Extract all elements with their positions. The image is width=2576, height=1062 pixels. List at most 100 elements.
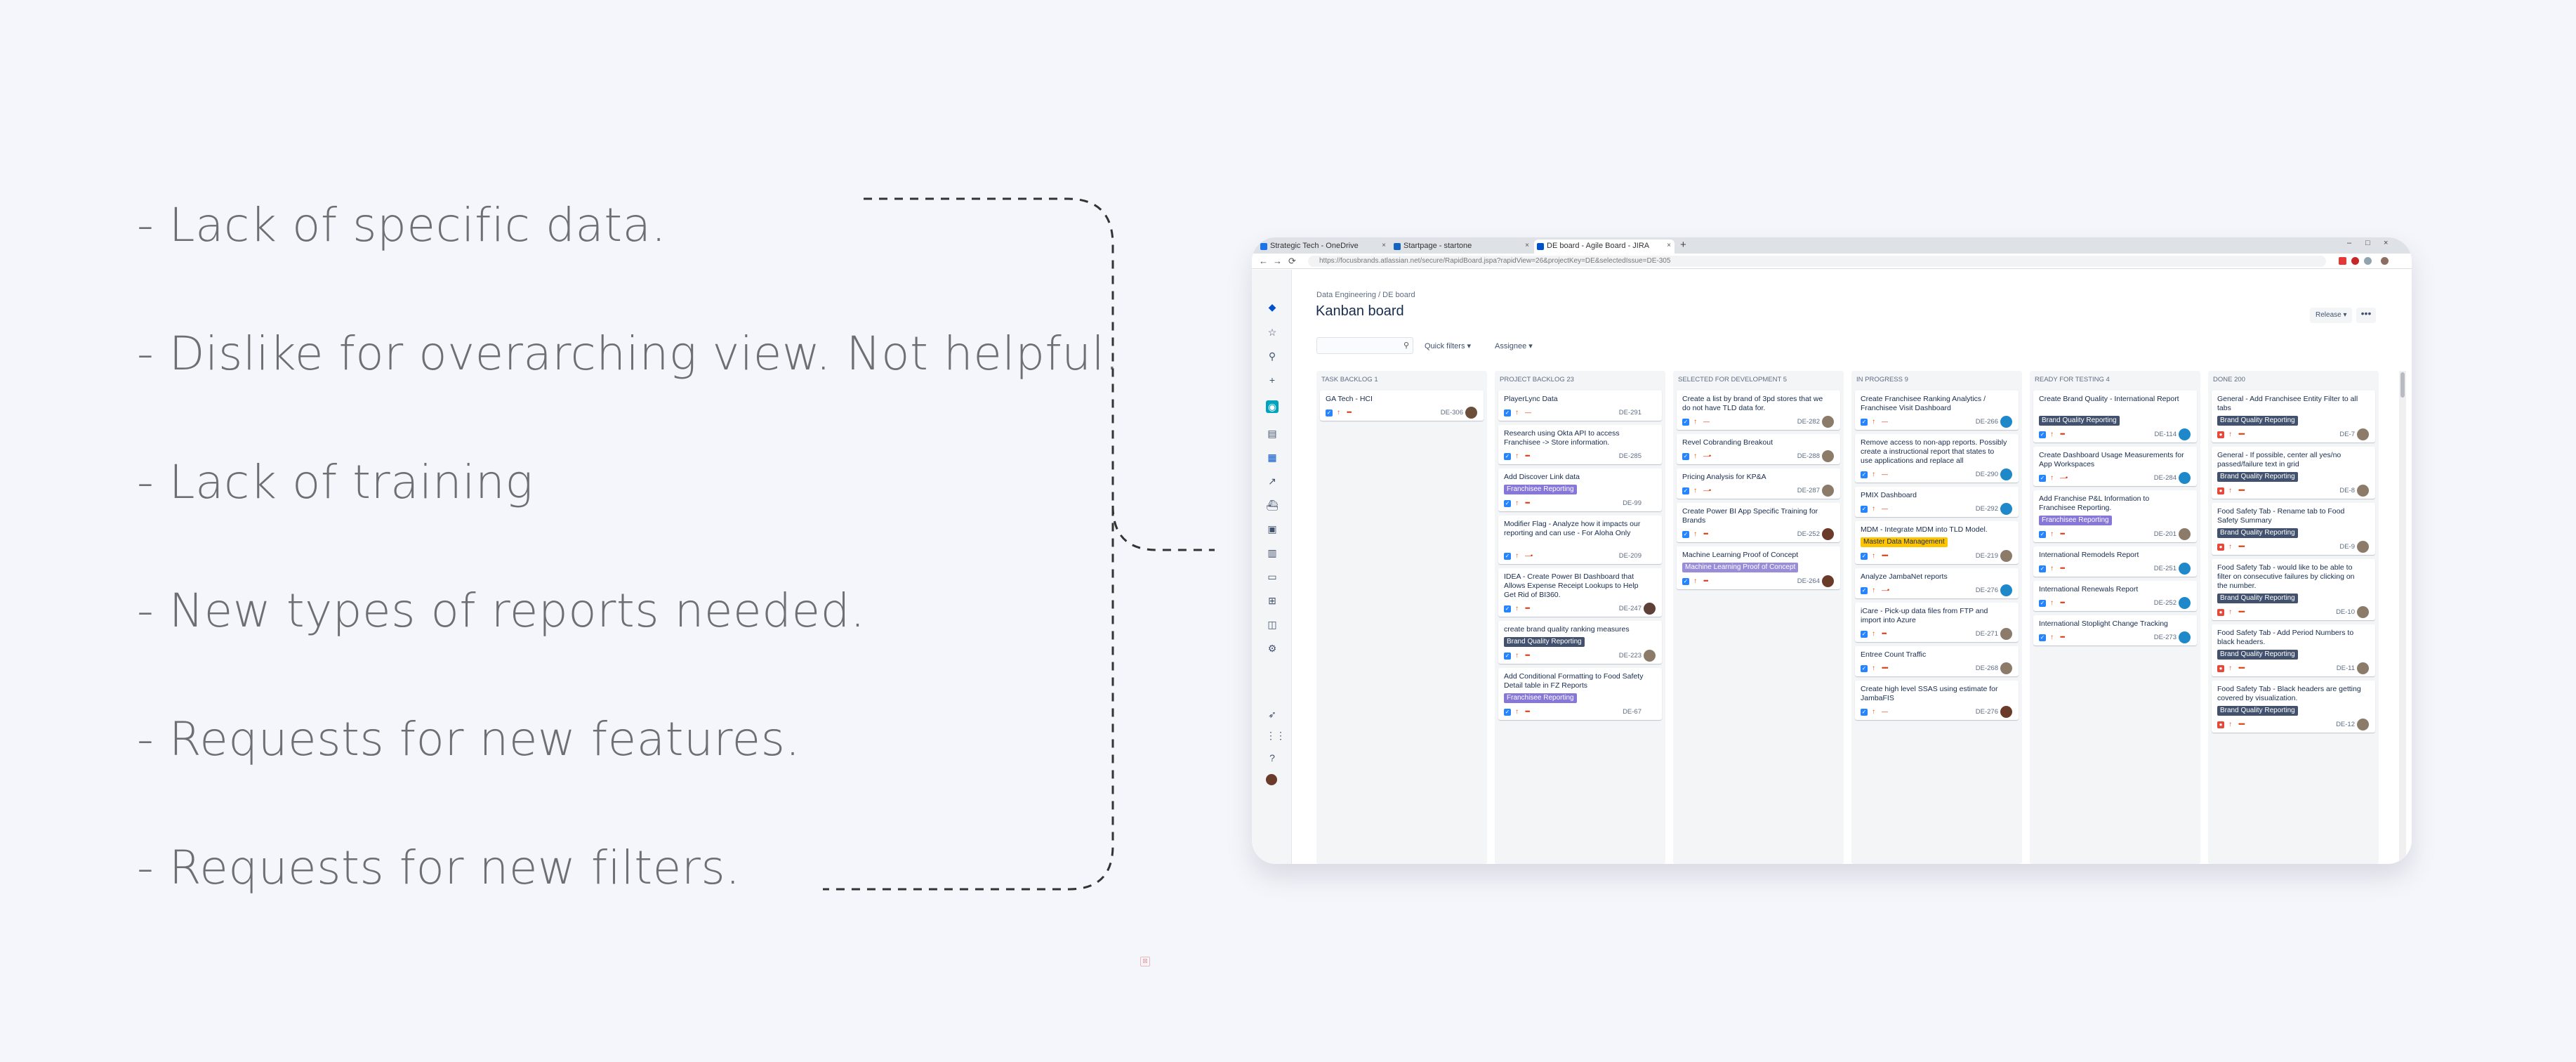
issue-card[interactable]: Modifier Flag - Analyze how it impacts o…	[1498, 516, 1662, 564]
issue-key[interactable]: DE-292	[1976, 505, 1998, 513]
backlog-icon[interactable]: ▤	[1266, 427, 1279, 440]
forward-button[interactable]: →	[1273, 256, 1282, 266]
board-search-input[interactable]: ⚲	[1316, 337, 1413, 354]
issue-key[interactable]: DE-219	[1976, 552, 1998, 560]
epic-label[interactable]: Franchisee Reporting	[2039, 516, 2112, 525]
assignee-avatar[interactable]	[1822, 528, 1834, 540]
issue-key[interactable]: DE-306	[1441, 409, 1463, 417]
assignee-avatar[interactable]	[2000, 503, 2012, 515]
window-close-button[interactable]: ×	[2384, 239, 2388, 247]
issue-card[interactable]: International Renewals Report ✓ ↑ ••• DE-252	[2033, 581, 2197, 611]
assignee-avatar[interactable]	[2357, 606, 2369, 618]
issue-card[interactable]: Food Safety Tab - would like to be able …	[2212, 559, 2375, 620]
assignee-avatar[interactable]	[1822, 485, 1834, 497]
breadcrumb[interactable]: Data Engineering / DE board	[1316, 291, 1415, 299]
issue-card[interactable]: Food Safety Tab - Black headers are gett…	[2212, 681, 2375, 733]
epic-label[interactable]: Brand Quality Reporting	[2217, 416, 2298, 426]
issue-key[interactable]: DE-264	[1797, 577, 1820, 585]
assignee-avatar[interactable]	[1644, 650, 1656, 662]
issue-card[interactable]: General - If possible, center all yes/no…	[2212, 447, 2375, 499]
issue-key[interactable]: DE-266	[1976, 418, 1998, 426]
addon-icon[interactable]: ◫	[1266, 618, 1279, 631]
assignee-avatar[interactable]	[2000, 706, 2012, 718]
issue-card[interactable]: PlayerLync Data ✓ ↑ — DE-291	[1498, 391, 1662, 421]
issue-key[interactable]: DE-223	[1619, 652, 1642, 660]
epic-label[interactable]: Brand Quality Reporting	[2217, 472, 2298, 482]
issue-card[interactable]: Food Safety Tab - Add Period Numbers to …	[2212, 624, 2375, 676]
assignee-avatar[interactable]	[2357, 428, 2369, 440]
profile-icon[interactable]	[1266, 774, 1277, 785]
issue-key[interactable]: DE-282	[1797, 418, 1820, 426]
help-icon[interactable]: ?	[1266, 752, 1279, 764]
scrollbar-thumb[interactable]	[2400, 372, 2405, 398]
assignee-avatar[interactable]	[2179, 563, 2191, 575]
browser-tab-active[interactable]: DE board - Agile Board - JIRA ×	[1534, 240, 1675, 254]
issue-key[interactable]: DE-114	[2154, 431, 2177, 438]
plus-icon[interactable]: +	[1266, 374, 1279, 386]
more-button[interactable]: •••	[2356, 308, 2376, 323]
assignee-avatar[interactable]	[2000, 628, 2012, 640]
assignee-avatar[interactable]	[2179, 472, 2191, 484]
assignee-avatar[interactable]	[2179, 428, 2191, 440]
logo-icon[interactable]: ◆	[1266, 301, 1279, 313]
epic-label[interactable]: Brand Quality Reporting	[2217, 650, 2298, 660]
shortcut-icon[interactable]: ⊞	[1266, 594, 1279, 607]
epic-label[interactable]: Franchisee Reporting	[1504, 693, 1577, 703]
epic-label[interactable]: Franchisee Reporting	[1504, 485, 1577, 494]
assignee-avatar[interactable]	[2000, 468, 2012, 480]
epic-label[interactable]: Brand Quality Reporting	[1504, 637, 1585, 647]
issue-card[interactable]: MDM - Integrate MDM into TLD Model. Maste…	[1855, 521, 2019, 564]
issue-card[interactable]: Machine Learning Proof of Concept Machine…	[1677, 546, 1840, 589]
minimize-button[interactable]: –	[2347, 239, 2351, 247]
assignee-dropdown[interactable]: Assignee ▾	[1495, 341, 1533, 350]
epic-label[interactable]: Brand Quality Reporting	[2217, 706, 2298, 716]
issue-key[interactable]: DE-268	[1976, 664, 1998, 672]
issue-card[interactable]: create brand quality ranking measures Bra…	[1498, 621, 1662, 664]
close-icon[interactable]: ×	[1525, 242, 1529, 249]
issue-card[interactable]: iCare - Pick-up data files from FTP and …	[1855, 603, 2019, 642]
extension-icon[interactable]	[2364, 257, 2372, 265]
issue-key[interactable]: DE-276	[1976, 708, 1998, 716]
issue-card[interactable]: General - Add Franchisee Entity Filter t…	[2212, 391, 2375, 442]
assignee-avatar[interactable]	[1465, 407, 1477, 419]
issue-key[interactable]: DE-9	[2339, 543, 2355, 551]
issue-key[interactable]: DE-285	[1619, 452, 1642, 460]
extension-icon[interactable]	[2339, 257, 2346, 265]
extension-icon[interactable]	[2351, 257, 2359, 265]
issue-key[interactable]: DE-252	[2154, 599, 2177, 607]
issue-key[interactable]: DE-10	[2336, 608, 2355, 616]
issue-key[interactable]: DE-287	[1797, 487, 1820, 494]
rocket-icon[interactable]: ➶	[1266, 708, 1279, 721]
issue-card[interactable]: GA Tech - HCI ✓ ↑ ••• DE-306	[1320, 391, 1484, 421]
issue-key[interactable]: DE-251	[2154, 565, 2177, 572]
profile-avatar[interactable]	[2381, 257, 2389, 265]
assignee-avatar[interactable]	[2000, 584, 2012, 596]
issue-key[interactable]: DE-273	[2154, 634, 2177, 641]
issue-card[interactable]: Create Power BI App Specific Training fo…	[1677, 503, 1840, 542]
issue-card[interactable]: Food Safety Tab - Rename tab to Food Saf…	[2212, 503, 2375, 555]
search-icon[interactable]: ⚲	[1266, 350, 1279, 362]
board-icon[interactable]: ▦	[1266, 451, 1279, 464]
reports-icon[interactable]: ↗	[1266, 475, 1279, 487]
assignee-avatar[interactable]	[2179, 597, 2191, 609]
issue-key[interactable]: DE-290	[1976, 471, 1998, 478]
back-button[interactable]: ←	[1259, 256, 1268, 266]
epic-label[interactable]: Master Data Management	[1861, 537, 1948, 547]
issue-card[interactable]: Add Conditional Formatting to Food Safet…	[1498, 668, 1662, 720]
issue-key[interactable]: DE-12	[2336, 721, 2355, 728]
project-icon[interactable]: ◉	[1266, 400, 1279, 413]
components-icon[interactable]: ▣	[1266, 523, 1279, 535]
browser-tab[interactable]: Strategic Tech - OneDrive ×	[1257, 240, 1389, 254]
close-icon[interactable]: ×	[1382, 242, 1386, 249]
assignee-avatar[interactable]	[2357, 485, 2369, 497]
apps-icon[interactable]: ⋮⋮	[1266, 729, 1286, 742]
issue-key[interactable]: DE-8	[2339, 487, 2355, 494]
issue-card[interactable]: Pricing Analysis for KP&A ✓ ↑ —• DE-287	[1677, 468, 1840, 499]
issue-key[interactable]: DE-276	[1976, 586, 1998, 594]
pages-icon[interactable]: ▭	[1266, 570, 1279, 583]
issues-icon[interactable]: ▥	[1266, 546, 1279, 559]
assignee-avatar[interactable]	[2179, 528, 2191, 540]
assignee-avatar[interactable]	[2357, 719, 2369, 730]
release-button[interactable]: Release ▾	[2310, 308, 2352, 323]
issue-card[interactable]: Remove access to non-app reports. Possib…	[1855, 434, 2019, 483]
